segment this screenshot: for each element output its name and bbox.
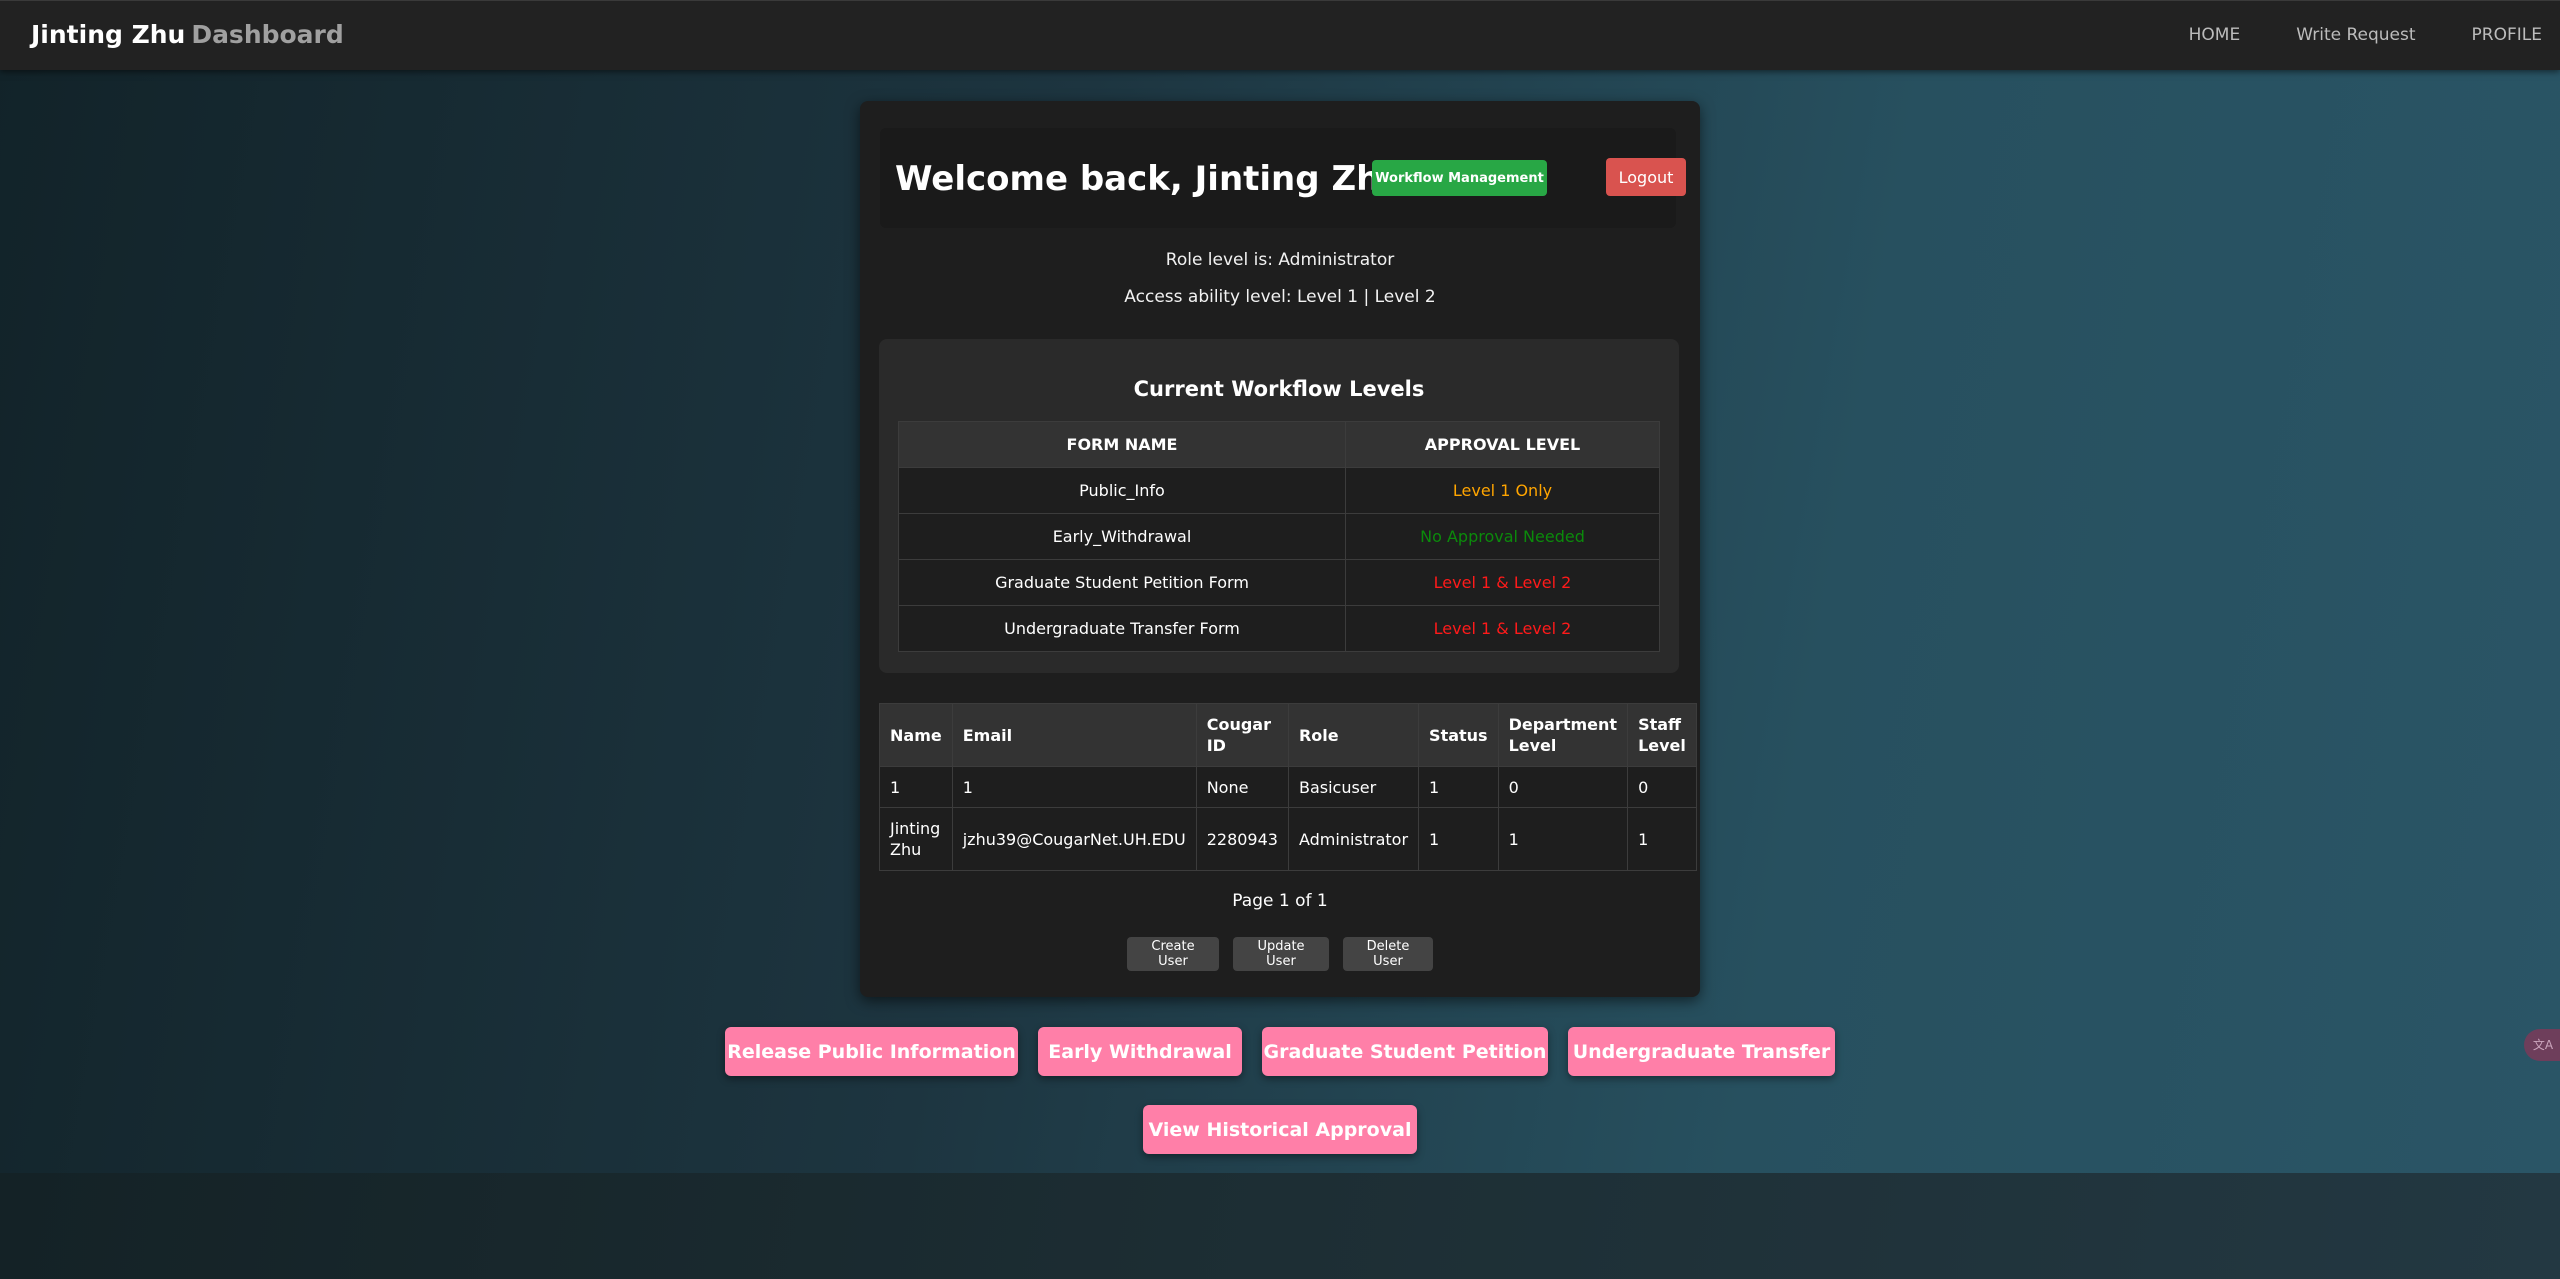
column-header-form-name: FORM NAME (898, 421, 1346, 468)
approval-level-cell: Level 1 & Level 2 (1345, 605, 1660, 652)
form-name-cell: Undergraduate Transfer Form (898, 605, 1346, 652)
user-email-cell: 1 (951, 766, 1197, 808)
user-department-level-cell: 0 (1497, 766, 1629, 808)
brand-suffix: Dashboard (191, 20, 344, 49)
user-cougar-id-cell: None (1195, 766, 1289, 808)
access-level-text: Access ability level: Level 1 | Level 2 (1124, 287, 1436, 307)
approval-level-cell: Level 1 & Level 2 (1345, 559, 1660, 606)
table-row: Undergraduate Transfer Form Level 1 & Le… (898, 605, 1660, 652)
workflow-levels-table: FORM NAME APPROVAL LEVEL Public_Info Lev… (898, 421, 1660, 652)
view-historical-approval-button[interactable]: View Historical Approval (1143, 1105, 1417, 1154)
brand-name: Jinting Zhu (31, 20, 186, 49)
user-department-level-cell: 1 (1497, 807, 1629, 871)
release-public-information-button[interactable]: Release Public Information (725, 1027, 1018, 1076)
user-staff-level-cell: 1 (1627, 807, 1697, 871)
undergraduate-transfer-button[interactable]: Undergraduate Transfer (1568, 1027, 1835, 1076)
approval-level-cell: Level 1 Only (1345, 467, 1660, 514)
table-header-row: Name Email Cougar ID Role Status Departm… (879, 703, 1697, 767)
logout-button[interactable]: Logout (1606, 158, 1686, 196)
column-header-approval-level: APPROVAL LEVEL (1345, 421, 1660, 468)
user-status-cell: 1 (1418, 766, 1499, 808)
column-header-status: Status (1418, 703, 1499, 767)
column-header-staff-level: Staff Level (1627, 703, 1697, 767)
table-row[interactable]: Jinting Zhu jzhu39@CougarNet.UH.EDU 2280… (879, 807, 1697, 871)
form-name-cell: Public_Info (898, 467, 1346, 514)
nav-profile-link[interactable]: PROFILE (2472, 25, 2542, 45)
column-header-department-level: Department Level (1497, 703, 1629, 767)
nav-write-request-link[interactable]: Write Request (2296, 25, 2415, 45)
table-row: Public_Info Level 1 Only (898, 467, 1660, 514)
user-role-cell: Administrator (1287, 807, 1420, 871)
table-row: Graduate Student Petition Form Level 1 &… (898, 559, 1660, 606)
user-role-cell: Basicuser (1287, 766, 1420, 808)
user-cougar-id-cell: 2280943 (1195, 807, 1289, 871)
user-email-cell: jzhu39@CougarNet.UH.EDU (951, 807, 1197, 871)
user-staff-level-cell: 0 (1627, 766, 1697, 808)
approval-level-cell: No Approval Needed (1345, 513, 1660, 560)
column-header-name: Name (879, 703, 953, 767)
early-withdrawal-button[interactable]: Early Withdrawal (1038, 1027, 1242, 1076)
workflow-management-button[interactable]: Workflow Management (1372, 160, 1547, 196)
role-level-text: Role level is: Administrator (1165, 250, 1395, 270)
translate-icon[interactable]: 文A (2524, 1029, 2560, 1061)
column-header-role: Role (1287, 703, 1420, 767)
top-navbar: Jinting Zhu Dashboard HOME Write Request … (0, 0, 2560, 70)
create-user-button[interactable]: Create User (1127, 937, 1219, 971)
table-row: Early_Withdrawal No Approval Needed (898, 513, 1660, 560)
table-header-row: FORM NAME APPROVAL LEVEL (898, 421, 1660, 468)
user-management-actions: Create User Update User Delete User (1127, 937, 1433, 971)
table-row[interactable]: 1 1 None Basicuser 1 0 0 (879, 766, 1697, 808)
workflow-levels-panel: Current Workflow Levels FORM NAME APPROV… (879, 339, 1679, 673)
welcome-header: Welcome back, Jinting Zhu Workflow Manag… (880, 128, 1686, 228)
column-header-cougar-id: Cougar ID (1195, 703, 1289, 767)
column-header-email: Email (951, 703, 1197, 767)
page-footer-area (0, 1173, 2560, 1279)
welcome-title: Welcome back, Jinting Zhu (895, 159, 1405, 199)
dashboard-card: Welcome back, Jinting Zhu Workflow Manag… (860, 101, 1700, 997)
nav-home-link[interactable]: HOME (2189, 25, 2241, 45)
user-status-cell: 1 (1418, 807, 1499, 871)
form-name-cell: Early_Withdrawal (898, 513, 1346, 560)
workflow-levels-title: Current Workflow Levels (1133, 377, 1425, 401)
users-table: Name Email Cougar ID Role Status Departm… (879, 703, 1697, 871)
user-name-cell: 1 (879, 766, 953, 808)
pagination-text: Page 1 of 1 (1232, 891, 1328, 911)
user-name-cell: Jinting Zhu (879, 807, 953, 871)
form-name-cell: Graduate Student Petition Form (898, 559, 1346, 606)
update-user-button[interactable]: Update User (1233, 937, 1329, 971)
brand-logo[interactable]: Jinting Zhu Dashboard (31, 20, 344, 49)
graduate-student-petition-button[interactable]: Graduate Student Petition (1262, 1027, 1548, 1076)
nav-links: HOME Write Request PROFILE (2189, 25, 2542, 45)
delete-user-button[interactable]: Delete User (1343, 937, 1433, 971)
